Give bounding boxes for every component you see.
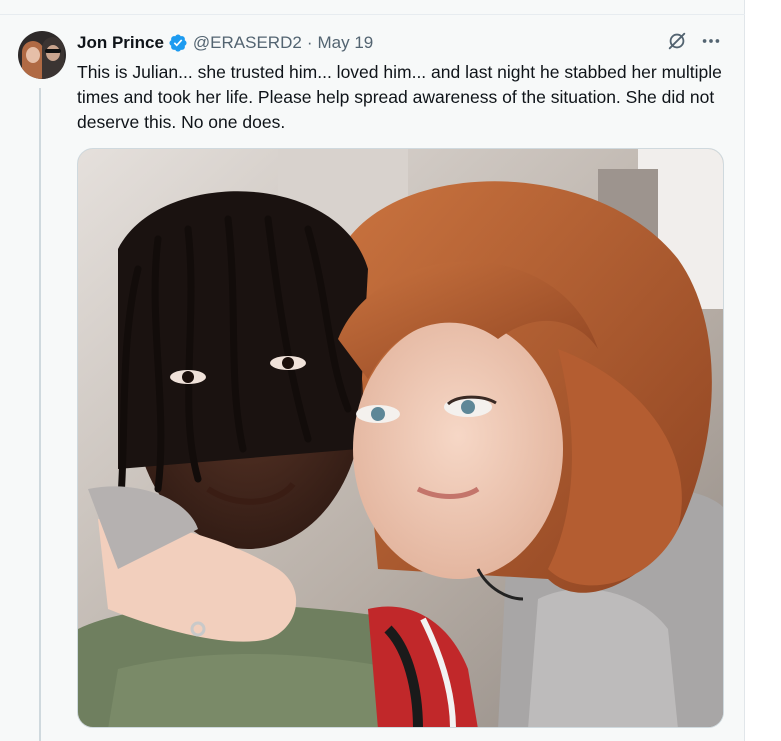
- tweet-header: Jon Prince @ERASERD2 · May 19: [77, 32, 373, 54]
- tweet-photo[interactable]: [77, 148, 724, 728]
- tweet-date[interactable]: May 19: [318, 33, 374, 53]
- separator-dot: ·: [306, 33, 313, 52]
- selfie-photo: [78, 149, 723, 727]
- tweet-text: This is Julian... she trusted him... lov…: [77, 62, 722, 132]
- author-handle[interactable]: @ERASERD2: [193, 33, 302, 53]
- more-options-icon[interactable]: [700, 30, 722, 52]
- author-avatar[interactable]: [18, 31, 66, 79]
- thread-line: [39, 88, 41, 741]
- timeline-panel: Jon Prince @ERASERD2 · May 19 This is Ju: [0, 0, 745, 741]
- verified-badge-icon: [168, 33, 188, 53]
- grok-icon[interactable]: [666, 30, 688, 52]
- tweet-actions: [666, 30, 722, 52]
- divider: [0, 14, 745, 15]
- author-name[interactable]: Jon Prince: [77, 33, 164, 53]
